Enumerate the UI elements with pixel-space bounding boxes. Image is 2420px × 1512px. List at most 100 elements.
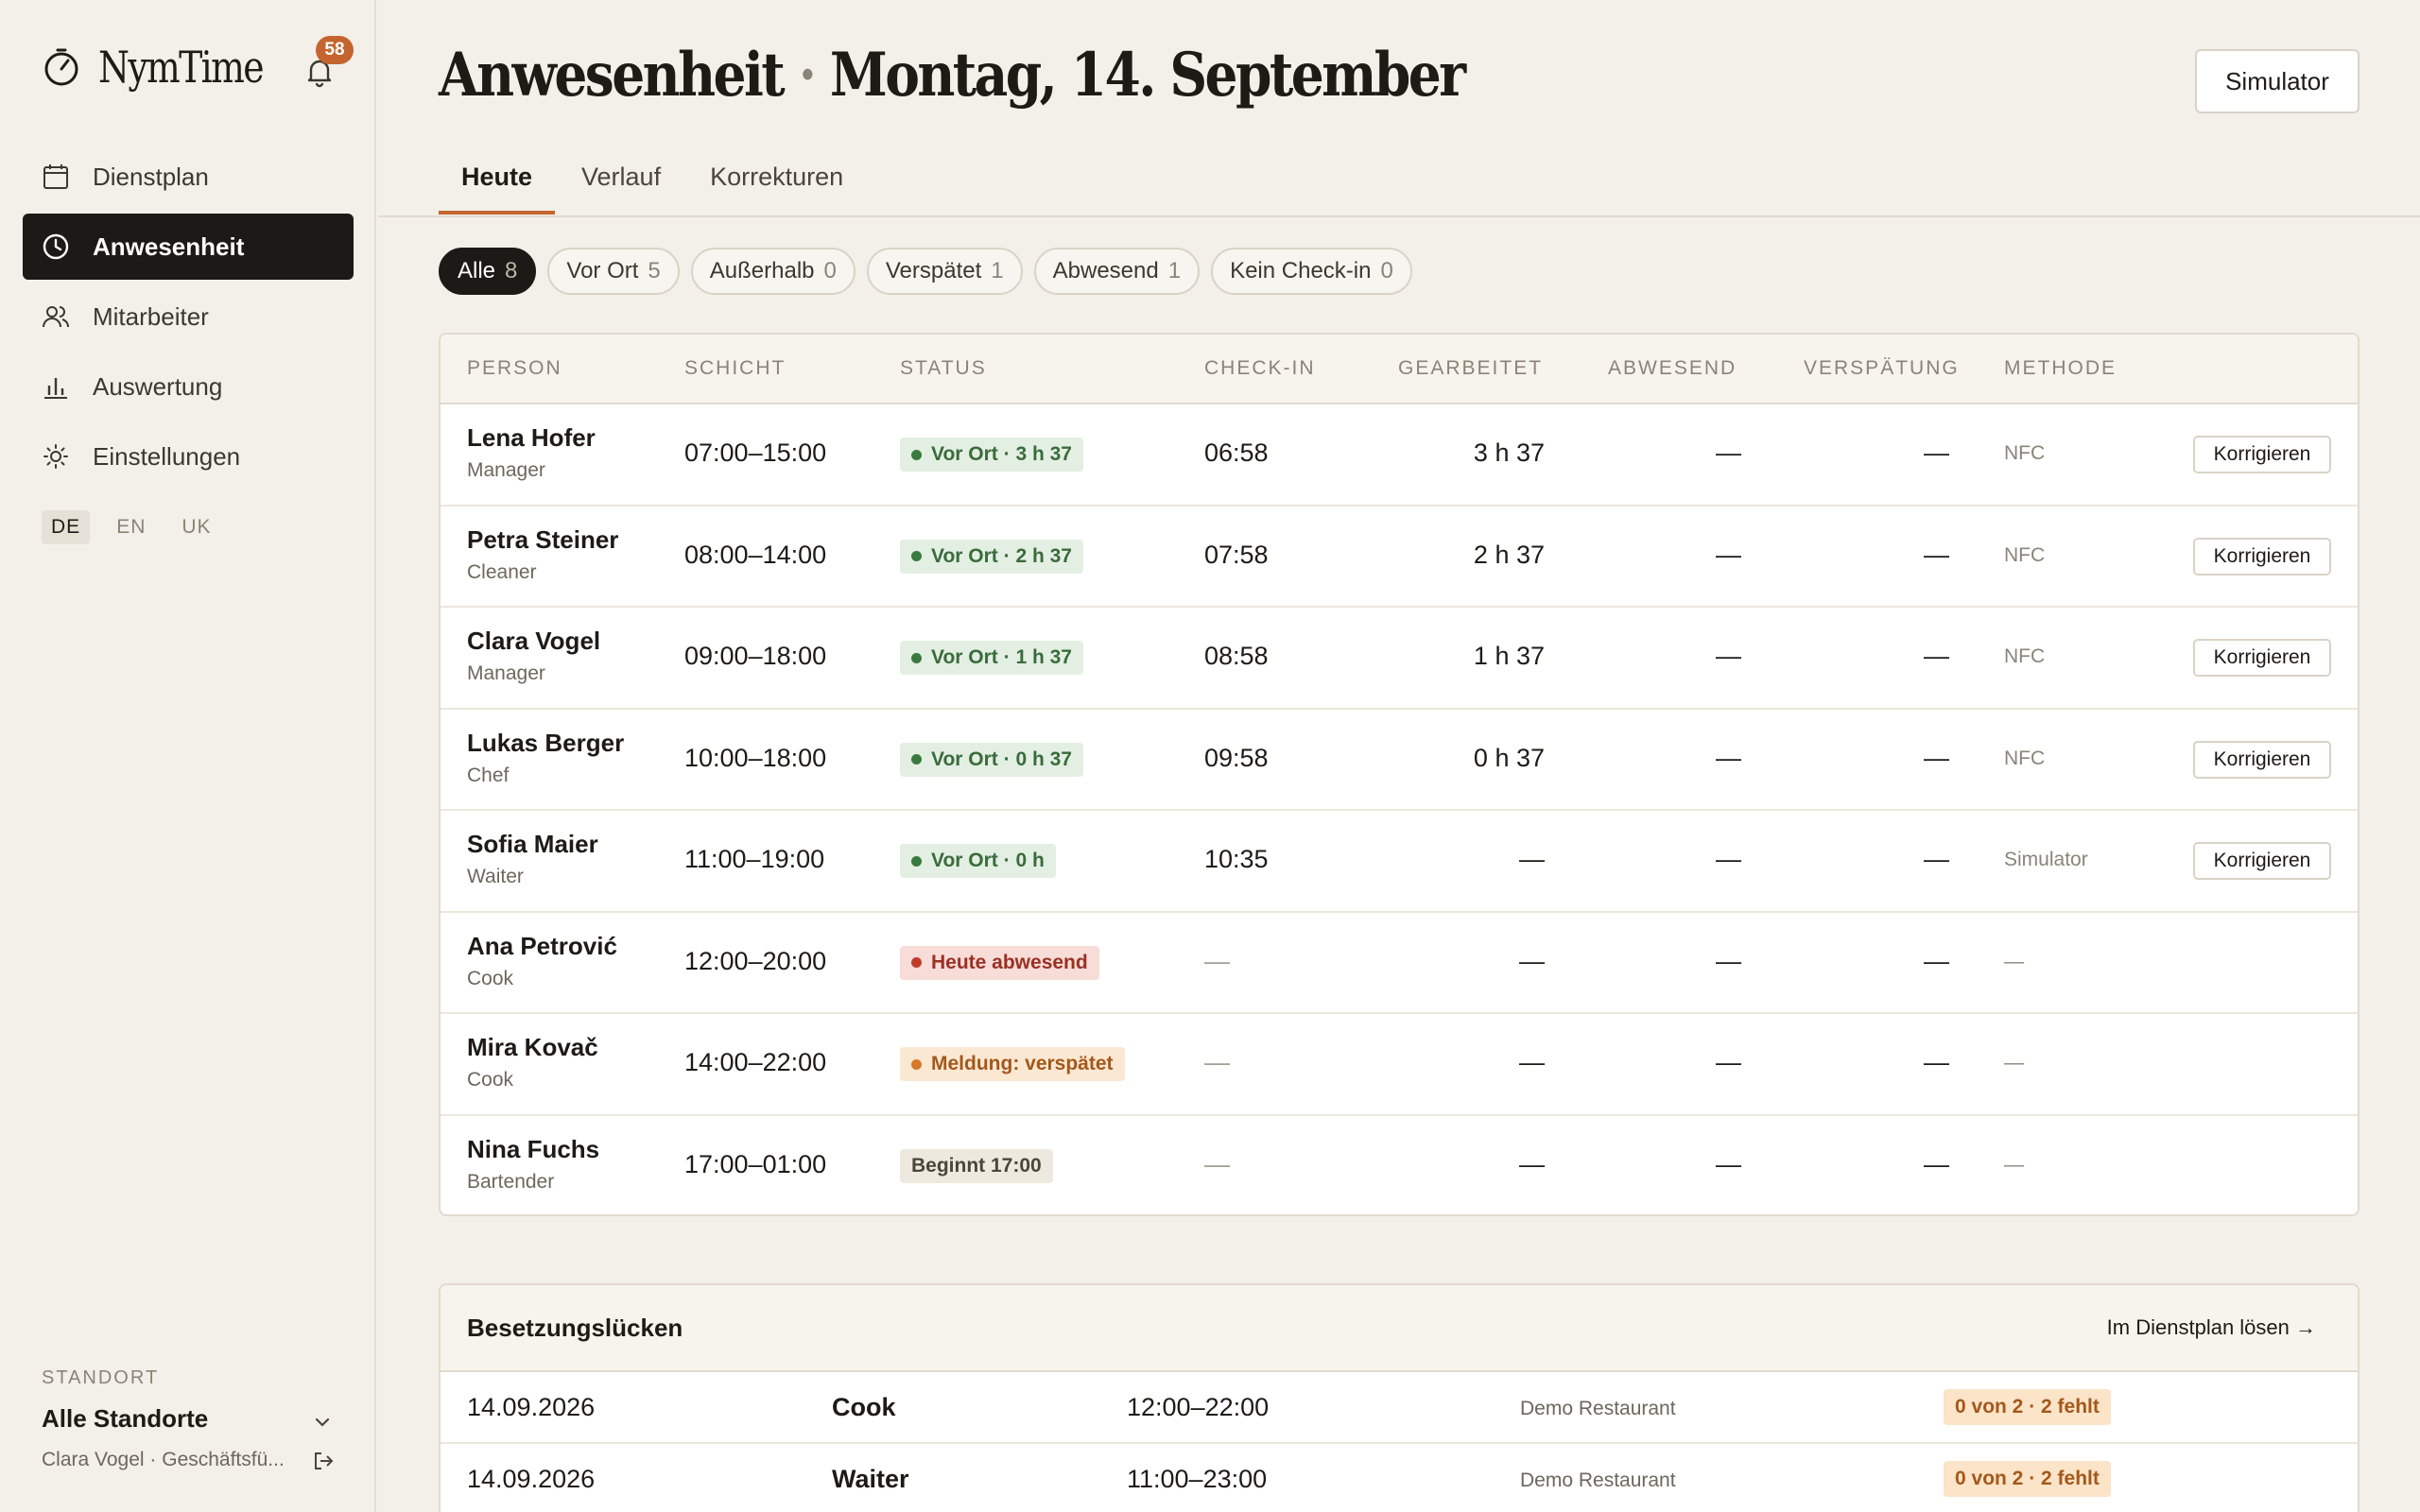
stopwatch-logo-icon xyxy=(44,48,78,86)
filter-chip[interactable]: Alle 8 xyxy=(439,248,537,295)
absent-time: — xyxy=(1716,743,1741,772)
sidebar-item-dienstplan[interactable]: Dienstplan xyxy=(23,144,354,210)
status-dot-icon xyxy=(911,1058,922,1070)
worked-time: 1 h 37 xyxy=(1473,642,1545,670)
person-name: Petra Steiner xyxy=(467,524,619,554)
filter-chip-count: 0 xyxy=(1380,258,1393,284)
table-row: Clara Vogel Manager 09:00–18:00 Vor Ort · 1… xyxy=(441,608,2358,710)
tab-korrekturen[interactable]: Korrekturen xyxy=(687,151,866,213)
status-badge: Heute abwesend xyxy=(900,945,1099,980)
late-time: — xyxy=(1924,540,1949,569)
absent-time: — xyxy=(1716,1149,1741,1178)
person-role: Manager xyxy=(467,662,545,684)
table-row: Petra Steiner Cleaner 08:00–14:00 Vor Ort ·… xyxy=(441,507,2358,608)
sidebar-item-label: Einstellungen xyxy=(93,441,241,471)
status-dot-icon xyxy=(911,551,922,561)
col-schicht: SCHICHT xyxy=(684,357,786,379)
person-name: Clara Vogel xyxy=(467,627,601,655)
gap-date: 14.09.2026 xyxy=(467,1393,596,1421)
status-badge: Vor Ort · 1 h 37 xyxy=(900,641,1083,675)
brand[interactable]: NymTime xyxy=(42,42,299,93)
absent-time: — xyxy=(1716,1048,1741,1076)
gap-row: 14.09.2026 Waiter 11:00–23:00 Demo Restaura… xyxy=(441,1444,2358,1512)
shift-time: 14:00–22:00 xyxy=(684,1048,827,1076)
person-role: Cook xyxy=(467,1069,514,1091)
gaps-header: Besetzungslücken Im Dienstplan lösen → xyxy=(441,1285,2358,1372)
sidebar-item-auswertung[interactable]: Auswertung xyxy=(23,353,354,420)
calendar-icon xyxy=(43,164,68,189)
worked-time: — xyxy=(1519,1048,1545,1076)
filter-chip[interactable]: Abwesend 1 xyxy=(1033,248,1201,295)
gap-badge: 0 von 2 · 2 fehlt xyxy=(1944,1461,2111,1497)
absent-time: — xyxy=(1716,438,1741,467)
status-badge: Vor Ort · 0 h xyxy=(900,844,1056,878)
shift-time: 07:00–15:00 xyxy=(684,438,827,467)
filter-chip[interactable]: Außerhalb 0 xyxy=(690,248,856,295)
tab-heute[interactable]: Heute xyxy=(439,151,556,215)
standort-select[interactable]: Alle Standorte xyxy=(42,1404,208,1434)
status-badge: Beginnt 17:00 xyxy=(900,1148,1053,1183)
tab-divider xyxy=(378,215,2420,217)
status-badge: Vor Ort · 0 h 37 xyxy=(900,742,1083,777)
filter-chip[interactable]: Verspätet 1 xyxy=(866,248,1023,295)
person-name: Ana Petrović xyxy=(467,931,617,960)
person-role: Chef xyxy=(467,764,510,786)
checkin-time: 09:58 xyxy=(1204,743,1269,772)
sidebar-item-mitarbeiter[interactable]: Mitarbeiter xyxy=(23,284,354,350)
lang-uk[interactable]: UK xyxy=(172,510,220,544)
language-switcher: DE EN UK xyxy=(42,510,238,544)
table-row: Lena Hofer Manager 07:00–15:00 Vor Ort · 3 … xyxy=(441,404,2358,507)
resolve-in-schedule-link[interactable]: Im Dienstplan lösen → xyxy=(2107,1315,2316,1340)
status-text: Vor Ort · 0 h xyxy=(931,850,1045,871)
filter-chip[interactable]: Vor Ort 5 xyxy=(547,248,680,295)
lang-de[interactable]: DE xyxy=(42,510,91,544)
tab-verlauf[interactable]: Verlauf xyxy=(559,151,683,213)
sidebar-item-anwesenheit[interactable]: Anwesenheit xyxy=(23,214,354,280)
late-time: — xyxy=(1924,438,1949,467)
sidebar: NymTime 58 Dienstplan Anwesenheit Mitarb… xyxy=(0,0,376,1512)
absent-time: — xyxy=(1716,946,1741,975)
correct-button[interactable]: Korrigieren xyxy=(2193,639,2331,677)
correct-button[interactable]: Korrigieren xyxy=(2193,842,2331,880)
correct-button[interactable]: Korrigieren xyxy=(2193,537,2331,576)
person-name: Nina Fuchs xyxy=(467,1134,600,1163)
logout-icon[interactable] xyxy=(312,1450,335,1472)
checkin-time: 10:35 xyxy=(1204,845,1269,873)
filter-chip-count: 5 xyxy=(648,258,661,284)
col-verspaetung: VERSPÄTUNG xyxy=(1804,357,1960,379)
checkin-time: 07:58 xyxy=(1204,540,1269,569)
checkin-method: — xyxy=(2004,1153,2024,1176)
sidebar-item-label: Anwesenheit xyxy=(93,232,245,261)
status-text: Vor Ort · 1 h 37 xyxy=(931,646,1072,668)
correct-button[interactable]: Korrigieren xyxy=(2193,740,2331,779)
worked-time: — xyxy=(1519,1149,1545,1178)
simulator-button[interactable]: Simulator xyxy=(2195,49,2360,113)
filter-chip-count: 1 xyxy=(991,258,1004,284)
standort-label: STANDORT xyxy=(42,1367,160,1388)
page-title: Anwesenheit · Montag, 14. September xyxy=(439,40,1466,111)
checkin-time: 06:58 xyxy=(1204,438,1269,467)
filter-chip-label: Abwesend xyxy=(1052,258,1159,284)
filter-chip-label: Verspätet xyxy=(885,258,982,284)
filter-chip-label: Vor Ort xyxy=(566,258,639,284)
absent-time: — xyxy=(1716,540,1741,569)
correct-button[interactable]: Korrigieren xyxy=(2193,436,2331,473)
sidebar-item-einstellungen[interactable]: Einstellungen xyxy=(23,423,354,490)
late-time: — xyxy=(1924,845,1949,873)
bar-chart-icon xyxy=(44,378,67,399)
status-dot-icon xyxy=(911,754,922,765)
chevron-down-icon[interactable] xyxy=(312,1412,333,1433)
status-dot-icon xyxy=(911,652,922,663)
gap-badge: 0 von 2 · 2 fehlt xyxy=(1944,1389,2111,1425)
status-text: Beginnt 17:00 xyxy=(911,1154,1042,1177)
filter-chips: Alle 8 Vor Ort 5 Außerhalb 0 Verspätet 1 Abwesen… xyxy=(439,248,1424,295)
gear-icon xyxy=(43,444,68,469)
lang-en[interactable]: EN xyxy=(107,510,155,544)
staffing-gaps: Besetzungslücken Im Dienstplan lösen → 1… xyxy=(439,1283,2360,1512)
filter-chip[interactable]: Kein Check-in 0 xyxy=(1211,248,1412,295)
absent-time: — xyxy=(1716,642,1741,670)
col-person: PERSON xyxy=(467,357,562,379)
late-time: — xyxy=(1924,1149,1949,1178)
checkin-method: NFC xyxy=(2004,645,2046,667)
shift-time: 17:00–01:00 xyxy=(684,1149,827,1178)
